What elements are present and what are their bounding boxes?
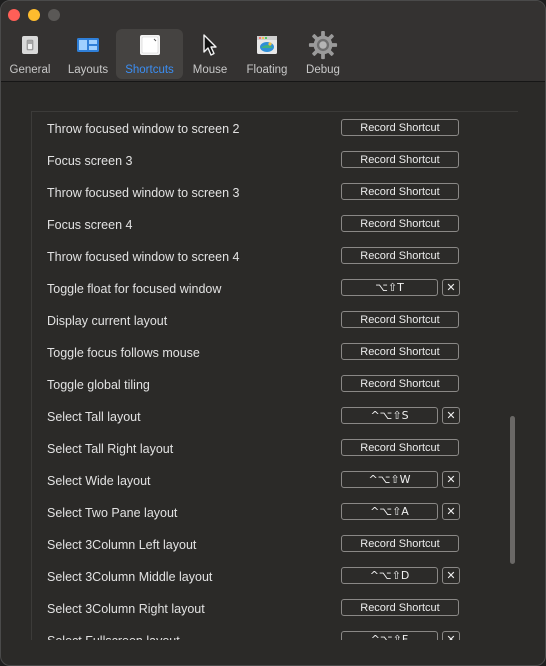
record-shortcut-button[interactable]: Record Shortcut [341, 343, 459, 360]
shortcut-recorder-field[interactable]: ^⌥⇧W [341, 471, 438, 488]
shortcut-name: Throw focused window to screen 3 [47, 186, 240, 200]
scrollbar-thumb[interactable] [510, 416, 515, 564]
shortcut-name: Select Tall layout [47, 410, 141, 424]
vertical-scrollbar[interactable] [507, 112, 518, 640]
shortcut-row: Toggle float for focused window ⌥⇧T ✕ [32, 274, 502, 306]
shortcut-row: Throw focused window to screen 2 Record S… [32, 114, 502, 146]
shortcut-row: Display current layout Record Shortcut [32, 306, 502, 338]
shortcut-name: Select 3Column Left layout [47, 538, 197, 552]
record-shortcut-button[interactable]: Record Shortcut [341, 247, 459, 264]
shortcut-row: Select 3Column Right layout Record Shortc… [32, 594, 502, 626]
clear-shortcut-button[interactable]: ✕ [442, 567, 460, 584]
shortcut-recorder-field[interactable]: ^⌥⇧D [341, 567, 438, 584]
tab-general-label: General [9, 64, 51, 76]
shortcut-name: Throw focused window to screen 2 [47, 122, 240, 136]
tab-layouts[interactable]: Layouts [63, 29, 113, 79]
floating-icon [252, 30, 282, 60]
tab-shortcuts[interactable]: Shortcuts [116, 29, 183, 79]
shortcut-name: Select Tall Right layout [47, 442, 174, 456]
shortcut-recorder-field[interactable]: ^⌥⇧S [341, 407, 438, 424]
gear-icon [308, 30, 338, 60]
record-shortcut-button[interactable]: Record Shortcut [341, 183, 459, 200]
tab-floating-label: Floating [246, 64, 288, 76]
tab-mouse[interactable]: Mouse [187, 29, 233, 79]
shortcut-name: Throw focused window to screen 4 [47, 250, 240, 264]
shortcut-row: Focus screen 4 Record Shortcut [32, 210, 502, 242]
preferences-window: General Layouts Shortcuts Mouse Floating… [0, 0, 546, 666]
shortcut-name: Toggle float for focused window [47, 282, 222, 296]
clear-shortcut-button[interactable]: ✕ [442, 407, 460, 424]
shortcut-row: Throw focused window to screen 4 Record S… [32, 242, 502, 274]
shortcut-name: Display current layout [47, 314, 168, 328]
minimize-window-button[interactable] [28, 9, 40, 21]
shortcut-name: Select Two Pane layout [47, 506, 178, 520]
shortcut-row: Select Wide layout ^⌥⇧W ✕ [32, 466, 502, 498]
shortcut-row: Focus screen 3 Record Shortcut [32, 146, 502, 178]
shortcut-row: Select 3Column Left layout Record Shortcu… [32, 530, 502, 562]
shortcut-row: Throw focused window to screen 3 Record S… [32, 178, 502, 210]
record-shortcut-button[interactable]: Record Shortcut [341, 119, 459, 136]
shortcut-recorder-field[interactable]: ^⌥⇧F [341, 631, 438, 640]
shortcut-row: Select Tall Right layout Record Shortcut [32, 434, 502, 466]
tab-floating[interactable]: Floating [241, 29, 293, 79]
shortcut-row: Select Tall layout ^⌥⇧S ✕ [32, 402, 502, 434]
tab-mouse-label: Mouse [192, 64, 228, 76]
shortcut-name: Select 3Column Right layout [47, 602, 205, 616]
tab-debug-label: Debug [306, 64, 340, 76]
shortcut-row: Select 3Column Middle layout ^⌥⇧D ✕ [32, 562, 502, 594]
record-shortcut-button[interactable]: Record Shortcut [341, 439, 459, 456]
tab-general[interactable]: General [5, 29, 55, 79]
shortcut-name: Focus screen 3 [47, 154, 133, 168]
preferences-toolbar: General Layouts Shortcuts Mouse Floating… [1, 29, 545, 79]
shortcut-name: Select Fullscreen layout [47, 634, 180, 640]
general-switch-icon [15, 30, 45, 60]
shortcut-name: Toggle focus follows mouse [47, 346, 200, 360]
shortcuts-icon [135, 30, 165, 60]
record-shortcut-button[interactable]: Record Shortcut [341, 375, 459, 392]
shortcut-recorder-field[interactable]: ⌥⇧T [341, 279, 438, 296]
shortcut-row: Toggle global tiling Record Shortcut [32, 370, 502, 402]
layouts-icon [73, 30, 103, 60]
shortcut-row: Select Fullscreen layout ^⌥⇧F ✕ [32, 626, 502, 640]
shortcut-name: Toggle global tiling [47, 378, 150, 392]
shortcut-row: Toggle focus follows mouse Record Shortcu… [32, 338, 502, 370]
record-shortcut-button[interactable]: Record Shortcut [341, 151, 459, 168]
record-shortcut-button[interactable]: Record Shortcut [341, 599, 459, 616]
shortcut-name: Select 3Column Middle layout [47, 570, 213, 584]
shortcut-recorder-field[interactable]: ^⌥⇧A [341, 503, 438, 520]
tab-layouts-label: Layouts [67, 64, 109, 76]
clear-shortcut-button[interactable]: ✕ [442, 471, 460, 488]
record-shortcut-button[interactable]: Record Shortcut [341, 535, 459, 552]
shortcut-row: Select Two Pane layout ^⌥⇧A ✕ [32, 498, 502, 530]
mouse-cursor-icon [195, 30, 225, 60]
shortcut-name: Focus screen 4 [47, 218, 133, 232]
record-shortcut-button[interactable]: Record Shortcut [341, 215, 459, 232]
record-shortcut-button[interactable]: Record Shortcut [341, 311, 459, 328]
title-bar: General Layouts Shortcuts Mouse Floating… [1, 1, 545, 82]
shortcut-name: Select Wide layout [47, 474, 151, 488]
shortcuts-list: Throw focused window to screen 2 Record S… [31, 111, 518, 640]
clear-shortcut-button[interactable]: ✕ [442, 631, 460, 640]
clear-shortcut-button[interactable]: ✕ [442, 279, 460, 296]
tab-debug[interactable]: Debug [301, 29, 345, 79]
zoom-window-button[interactable] [48, 9, 60, 21]
close-window-button[interactable] [8, 9, 20, 21]
tab-shortcuts-label: Shortcuts [125, 64, 174, 76]
clear-shortcut-button[interactable]: ✕ [442, 503, 460, 520]
